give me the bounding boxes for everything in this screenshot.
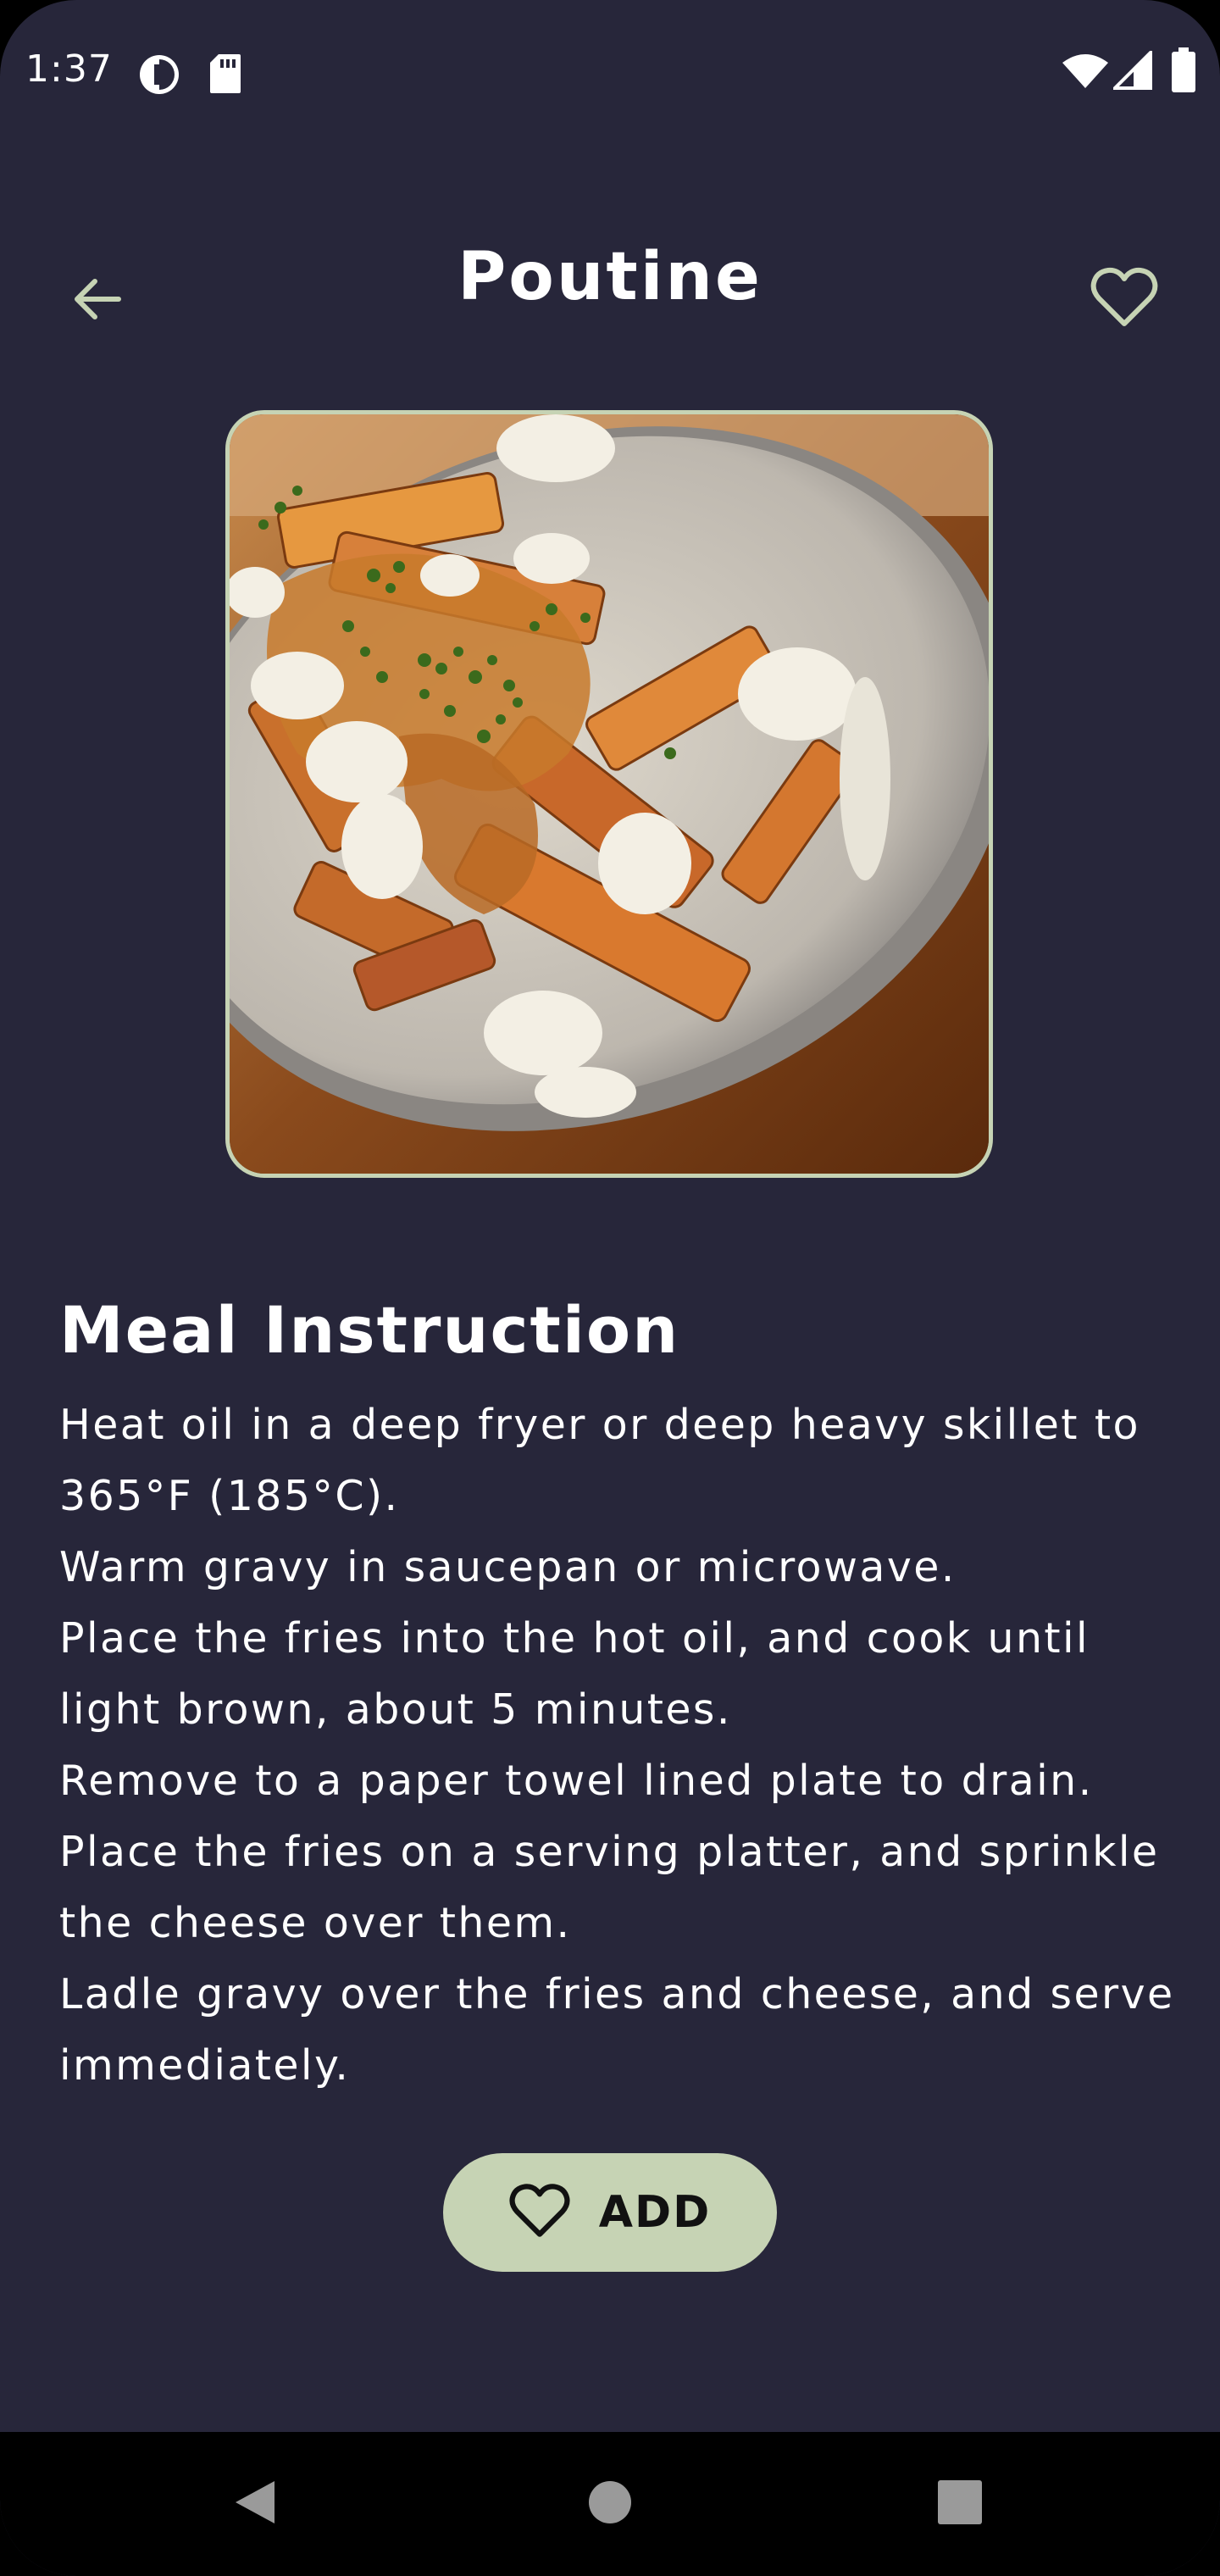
battery-icon: [1171, 47, 1196, 97]
system-navigation-bar: [0, 2432, 1220, 2576]
heart-outline-icon: [509, 2183, 570, 2242]
back-triangle-icon: [232, 2478, 278, 2530]
data-saver-icon: [137, 53, 181, 100]
page-title: Poutine: [458, 239, 762, 315]
nav-home-button[interactable]: [555, 2449, 665, 2559]
top-app-bar: Poutine: [0, 212, 1220, 347]
recents-square-icon: [936, 2479, 984, 2529]
signal-icon: [1111, 48, 1152, 93]
nav-recents-button[interactable]: [905, 2449, 1015, 2559]
add-favorite-button[interactable]: ADD: [443, 2153, 777, 2272]
status-bar: 1:37: [0, 0, 1220, 144]
instructions-heading: Meal Instruction: [59, 1292, 680, 1368]
instructions-text: Heat oil in a deep fryer or deep heavy s…: [59, 1401, 1175, 2090]
favorite-button[interactable]: [1078, 253, 1171, 346]
nav-back-button[interactable]: [200, 2449, 310, 2559]
add-button-label: ADD: [598, 2187, 712, 2238]
sd-card-icon: [208, 53, 242, 98]
status-time: 1:37: [25, 47, 113, 91]
app-screen: 1:37 Poutine Meal Instruction Heat oil i…: [0, 0, 1220, 2576]
meal-image: [225, 410, 993, 1178]
wifi-icon: [1061, 53, 1110, 93]
home-circle-icon: [587, 2479, 633, 2529]
poutine-photo: [230, 414, 989, 1174]
heart-outline-icon: [1090, 266, 1158, 332]
